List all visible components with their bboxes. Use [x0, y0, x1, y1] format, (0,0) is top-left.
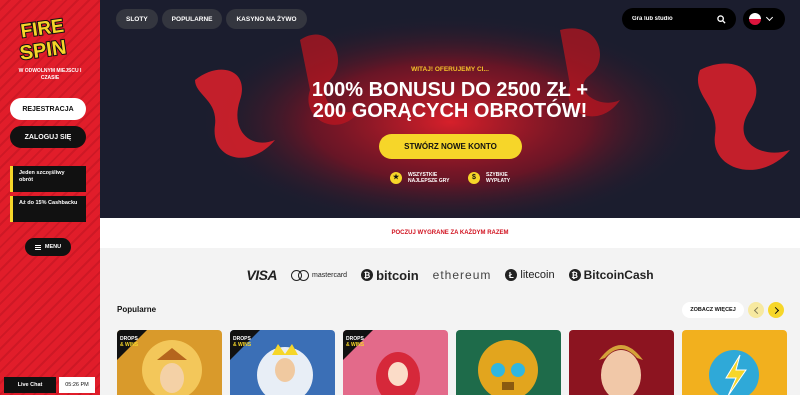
- live-chat-button[interactable]: Live Chat: [4, 377, 56, 393]
- game-thumbnail: [456, 330, 561, 395]
- top-nav: SLOTY POPULARNE KASYNO NA ŻYWO: [116, 9, 307, 29]
- ethereum-logo: ethereum: [432, 268, 492, 282]
- search-input[interactable]: [632, 16, 712, 22]
- create-account-button[interactable]: STWÓRZ NOWE KONTO: [379, 134, 522, 159]
- drops-wins-badge: DROPS & WINS: [343, 330, 373, 360]
- game-thumbnail: [569, 330, 674, 395]
- drops-wins-badge: DROPS & WINS: [230, 330, 260, 360]
- feature-all-games: ★ WSZYSTKIE NAJLEPSZE GRY: [390, 172, 450, 184]
- litecoin-label: litecoin: [520, 269, 555, 281]
- promo-cashback[interactable]: Aż do 15% Cashbacku: [10, 196, 86, 222]
- bitcoin-logo: ₿ bitcoin: [361, 268, 419, 283]
- bitcoin-label: bitcoin: [376, 267, 419, 283]
- bitcoincash-label: BitcoinCash: [583, 268, 654, 282]
- login-button[interactable]: ZALOGUJ SIĘ: [10, 126, 86, 148]
- headline-line-1: 100% BONUSU DO 2500 ZŁ +: [311, 79, 589, 101]
- feature-fast-payouts: $ SZYBKIE WYPŁATY: [468, 172, 510, 184]
- payment-methods: VISA mastercard ₿ bitcoin ethereum Ł lit…: [100, 256, 800, 294]
- menu-button[interactable]: MENU: [25, 238, 71, 256]
- tab-popular[interactable]: POPULARNE: [161, 9, 223, 29]
- welcome-text: WITAJ! OFERUJEMY CI...: [411, 66, 489, 73]
- game-tile[interactable]: [682, 330, 787, 395]
- tab-slots[interactable]: SLOTY: [116, 9, 158, 29]
- tagline: W ODWOLNYM MIEJSCU I CZASIE: [18, 68, 82, 81]
- drops-wins-badge: DROPS & WINS: [117, 330, 147, 360]
- game-tile[interactable]: DROPS & WINS: [117, 330, 222, 395]
- mastercard-icon: [291, 269, 310, 281]
- popular-games-carousel: DROPS & WINS DROPS & WINS DROPS & WINS: [117, 330, 787, 395]
- popular-section-title: Popularne: [117, 305, 157, 314]
- carousel-prev-button[interactable]: [748, 302, 764, 318]
- sidebar: FIRE SPIN W ODWOLNYM MIEJSCU I CZASIE RE…: [0, 0, 100, 395]
- game-tile[interactable]: DROPS & WINS: [230, 330, 335, 395]
- litecoin-logo: Ł litecoin: [505, 269, 555, 281]
- mastercard-logo: mastercard: [291, 269, 348, 281]
- headline-line-2: 200 GORĄCYCH OBROTÓW!: [312, 100, 588, 122]
- bitcoincash-logo: ₿ BitcoinCash: [568, 268, 654, 282]
- svg-text:& WINS: & WINS: [233, 342, 252, 348]
- visa-logo: VISA: [246, 267, 278, 283]
- menu-label: MENU: [44, 244, 62, 250]
- chevron-left-icon: [753, 306, 761, 314]
- game-tile[interactable]: DROPS & WINS: [343, 330, 448, 395]
- game-thumbnail: [682, 330, 787, 395]
- game-tile[interactable]: [456, 330, 561, 395]
- tab-live-casino[interactable]: KASYNO NA ŻYWO: [226, 9, 307, 29]
- chevron-down-icon: [765, 13, 774, 22]
- svg-text:& WINS: & WINS: [120, 342, 139, 348]
- carousel-next-button[interactable]: [768, 302, 784, 318]
- tagline-banner: POCZUJ WYGRANE ZA KAŻDYM RAZEM: [100, 218, 800, 248]
- hero-banner: SLOTY POPULARNE KASYNO NA ŻYWO WITAJ! OF…: [100, 0, 800, 218]
- poland-flag-icon: [749, 13, 761, 25]
- bonus-headline: 100% BONUSU DO 2500 ZŁ + 200 GORĄCYCH OB…: [100, 80, 800, 122]
- promo-lucky-spin[interactable]: Jeden szczęśliwy obrót: [10, 166, 86, 192]
- language-selector[interactable]: [743, 8, 785, 30]
- firespin-logo[interactable]: FIRE SPIN: [16, 12, 78, 64]
- hamburger-icon: [34, 244, 41, 250]
- feature-line: NAJLEPSZE GRY: [408, 178, 450, 184]
- search-box[interactable]: [622, 8, 736, 30]
- bitcoin-icon: ₿: [361, 269, 374, 281]
- feature-line: WYPŁATY: [486, 178, 511, 184]
- mastercard-label: mastercard: [312, 271, 348, 279]
- games-icon: ★: [390, 172, 402, 184]
- payout-icon: $: [468, 172, 480, 184]
- register-button[interactable]: REJESTRACJA: [10, 98, 86, 120]
- svg-text:& WINS: & WINS: [346, 342, 365, 348]
- see-more-button[interactable]: ZOBACZ WIĘCEJ: [682, 302, 744, 318]
- litecoin-icon: Ł: [505, 269, 518, 281]
- game-tile[interactable]: [569, 330, 674, 395]
- chevron-right-icon: [771, 306, 779, 314]
- clock: 05:26 PM: [59, 377, 95, 393]
- bitcoincash-icon: ₿: [568, 269, 581, 281]
- search-icon[interactable]: [717, 14, 726, 24]
